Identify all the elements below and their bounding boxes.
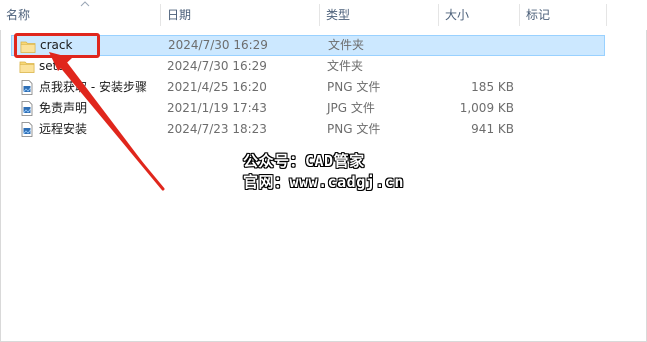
watermark-line-2: 官网：www.cadgj.cn bbox=[243, 173, 404, 191]
watermark-line-1: 公众号：CAD管家 bbox=[243, 152, 365, 170]
